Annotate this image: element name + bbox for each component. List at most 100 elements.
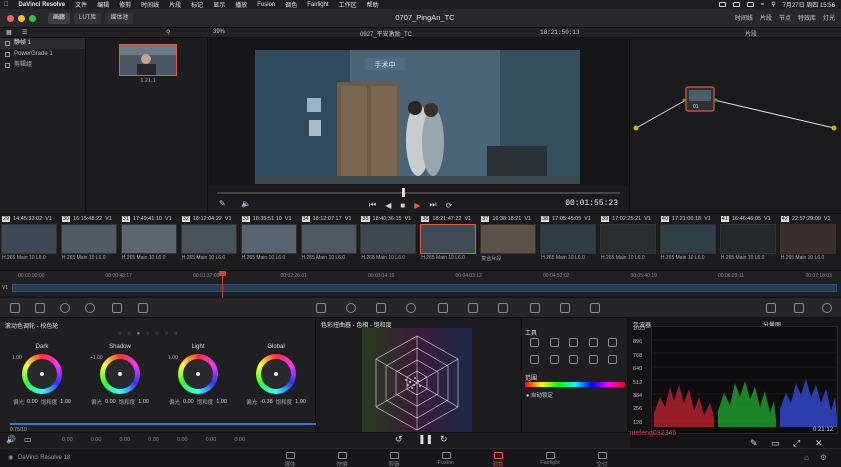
menu-view[interactable]: 显示 [213,0,225,9]
go-to-end-icon[interactable]: ⏭ [429,200,436,210]
wechat-icon[interactable] [732,2,740,7]
footer-value[interactable]: 0.00 [119,437,130,443]
color-warper-icon[interactable] [346,303,356,313]
sizing-icon[interactable] [560,303,570,313]
mini-timeline[interactable]: 00:00:00:00 00:00:48:17 00:01:37:09 00:02:2… [0,270,841,297]
curves-icon[interactable] [316,303,326,313]
audio-icon[interactable]: 🔊 [6,435,16,444]
rgb-mixer-icon[interactable] [112,303,122,313]
hdr-wheels-icon[interactable] [85,303,95,313]
clips-toggle-button[interactable]: 片段 [760,13,772,22]
redo-icon[interactable]: ↻ [440,434,448,445]
menu-trim[interactable]: 修剪 [119,0,131,9]
magic-mask-icon[interactable] [468,303,478,313]
vectorscope-display[interactable] [362,328,472,438]
speaker-icon[interactable]: 🔈 [241,199,251,208]
close-window-button[interactable] [7,15,14,22]
menu-workspace[interactable]: 工作区 [339,0,357,9]
wheel-slider-track[interactable] [10,423,355,425]
color-wheel[interactable] [100,354,140,394]
reset-tool-icon[interactable] [608,354,618,364]
move-tool-icon[interactable] [549,354,559,364]
clip-thumbnail[interactable]: 34 18:12:07:17 V1 H.265 Main 10 L6.0 [300,214,358,271]
pin-tool-icon[interactable] [569,338,579,347]
rotate-tool-icon[interactable] [569,354,579,364]
link-tool-icon[interactable] [588,354,598,364]
clip-thumbnail[interactable]: 36 18:21:47:22 V1 H.265 Main 10 L6.0 [419,214,477,271]
wheel-a-value[interactable]: 0.00 [105,399,116,405]
menu-help[interactable]: 帮助 [367,0,379,9]
qualifier-icon[interactable] [376,303,386,313]
pen-tool-icon[interactable] [549,338,559,347]
tracker-icon[interactable] [438,303,448,313]
page-tab[interactable]: 调色 [478,452,518,467]
zoom-level[interactable]: 39% [213,29,225,35]
zoom-window-button[interactable] [29,15,36,22]
undo-icon[interactable]: ↺ [395,434,403,445]
color-wheels-icon[interactable] [60,303,70,313]
node-editor[interactable]: 01 [629,38,841,213]
wifi-icon[interactable]: ≈ [761,2,764,8]
clip-thumbnail[interactable]: 31 17:49:41:10 V1 H.265 Main 10 L6.0 [120,214,178,271]
album-edit-group[interactable]: 剪辑组 [0,60,85,71]
viewer-scrubber[interactable] [217,192,620,194]
hue-range-bar[interactable] [525,382,625,387]
info-icon[interactable] [822,303,832,313]
go-to-start-icon[interactable]: ⏮ [369,200,376,210]
footer-value[interactable]: 0.00 [234,437,245,443]
wheel-center-handle[interactable] [274,372,278,376]
wheel-center-handle[interactable] [196,372,200,376]
clip-thumbnail[interactable]: 33 18:35:51:10 V1 H.265 Main 10 L6.0 [240,214,298,271]
nodes-toggle-button[interactable]: 节点 [779,13,791,22]
menu-edit[interactable]: 编辑 [97,0,109,9]
apple-icon[interactable]:  [4,2,9,8]
menu-app-name[interactable]: DaVinci Resolve [19,2,66,8]
viewer-clip-title[interactable]: 0927_平安激励_TC [360,29,412,38]
grid-tool-icon[interactable] [588,338,598,347]
menubar-clock[interactable]: 7月27日 周四 15:56 [783,0,835,9]
page-tab[interactable]: 交付 [582,452,622,467]
wheel-b-value[interactable]: 1.00 [295,399,306,405]
menu-playback[interactable]: 播放 [235,0,247,9]
footer-value[interactable]: 0.00 [91,437,102,443]
stop-icon[interactable]: ■ [400,201,405,210]
settings-gear-icon[interactable]: ⚙ [820,453,827,462]
display-icon[interactable] [718,2,726,7]
clip-thumbnail[interactable]: 41 16:46:46:05 V1 H.265 Main 10 L6.0 [719,214,777,271]
play-icon[interactable]: ▶ [414,201,420,210]
clip-thumbnail[interactable]: 37 16:38:18:21 V1 复合片段 [479,214,537,271]
album-powergrade-1[interactable]: PowerGrade 1 [0,49,85,60]
color-match-icon[interactable] [35,303,45,313]
color-wheel[interactable] [22,354,62,394]
menu-clip[interactable]: 片段 [169,0,181,9]
camera-raw-icon[interactable] [10,303,20,313]
footer-value[interactable]: 0.00 [148,437,159,443]
3d-icon[interactable] [590,303,600,313]
key-icon[interactable] [530,303,540,313]
color-wheel[interactable] [178,354,218,394]
source-node-input[interactable] [633,125,639,131]
page-tab[interactable]: 剪辑 [374,452,414,467]
clip-thumbnail[interactable]: 29 14:45:33:02 V1 H.265 Main 10 L6.0 [0,214,58,271]
wheel-a-value[interactable]: 0.00 [183,399,194,405]
window-icon[interactable] [406,303,416,313]
node-mode-select[interactable]: 片段 [745,29,757,38]
album-stills-1[interactable]: 静帧 1 [0,38,85,49]
minimize-window-button[interactable] [18,15,25,22]
motion-effects-icon[interactable] [138,303,148,313]
list-view-icon[interactable]: ☰ [22,29,27,36]
effects-library-button[interactable]: 特效库 [798,13,816,22]
wheel-page-dots[interactable]: ○ ○ ● ○ ○ ○ ○ [118,331,179,337]
monitor-icon[interactable]: ▭ [24,435,32,444]
scopes-icon[interactable] [794,303,804,313]
lightbox-toggle-icon[interactable] [766,303,776,313]
wheel-b-value[interactable]: 1.00 [216,399,227,405]
select-tool-icon[interactable] [530,338,539,347]
page-tab[interactable]: Fusion [426,452,466,466]
pen-tool-icon[interactable]: ✎ [219,199,226,208]
menu-mark[interactable]: 标记 [191,0,203,9]
clip-thumbnail[interactable]: 35 18:40:36:15 V1 H.265 Main 10 L6.0 [359,214,417,271]
footer-value[interactable]: 0.00 [62,437,73,443]
battery-icon[interactable] [746,2,754,7]
wheel-center-handle[interactable] [40,372,44,376]
